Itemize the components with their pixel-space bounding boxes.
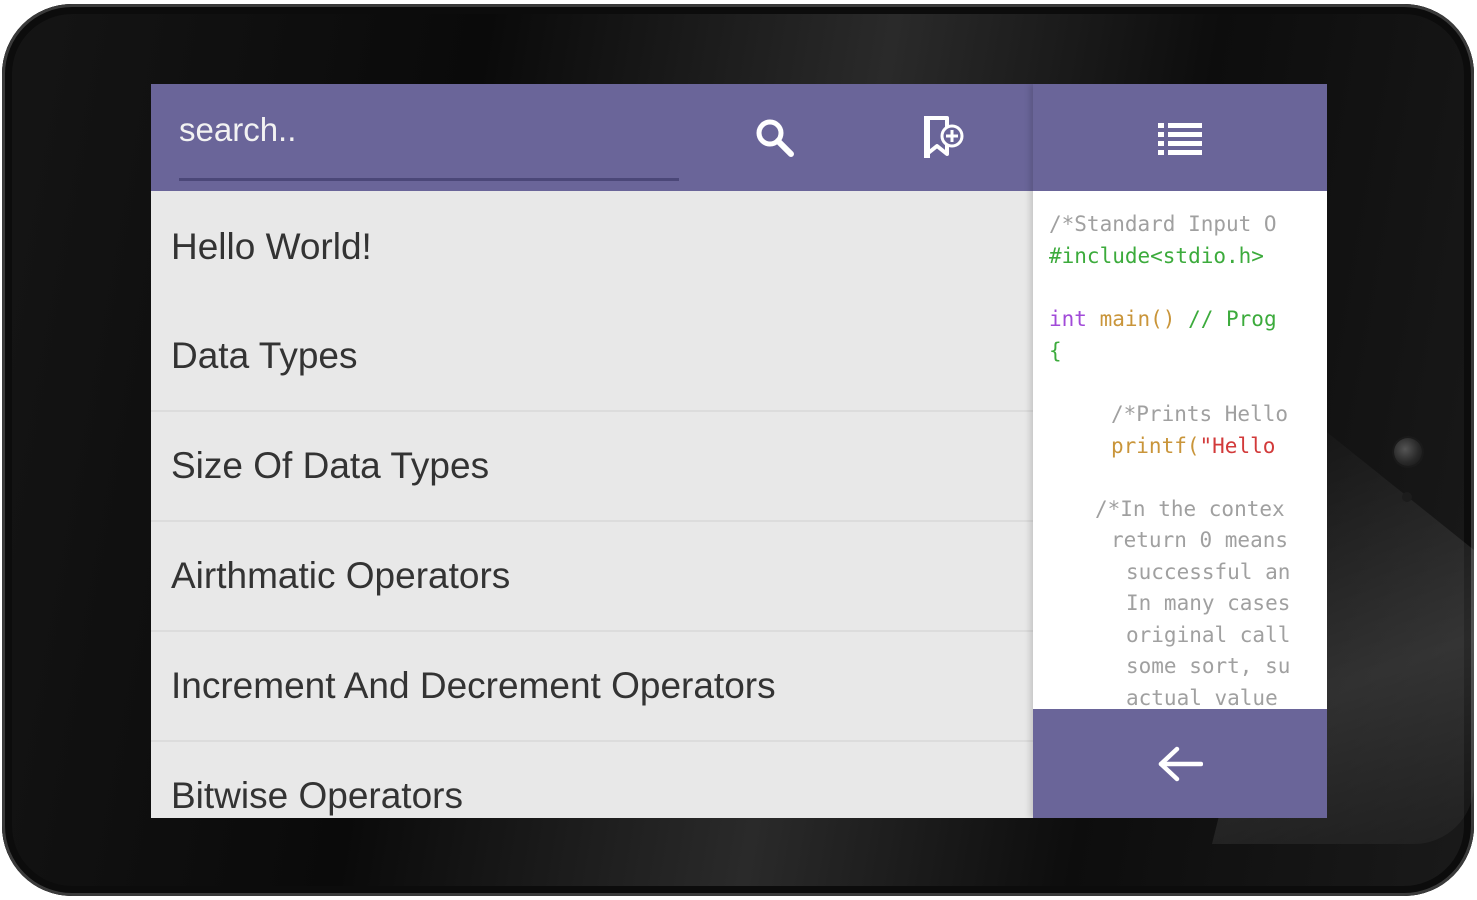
list-item[interactable]: Airthmatic Operators <box>151 522 1033 632</box>
topic-list-pane: Hello World! Data Types Size Of Data Typ… <box>151 84 1033 818</box>
list-item[interactable]: Size Of Data Types <box>151 412 1033 522</box>
code-line: /*Prints Hello <box>1111 402 1289 426</box>
code-function: printf( <box>1111 434 1200 458</box>
code-preview-pane: /*Standard Input O #include<stdio.h> int… <box>1033 84 1327 818</box>
code-line: /*Standard Input O <box>1049 212 1277 236</box>
list-item-label: Airthmatic Operators <box>171 555 511 596</box>
list-item[interactable]: Data Types <box>151 302 1033 412</box>
code-line: actual value <box>1126 686 1278 709</box>
code-line: some sort, su <box>1126 654 1291 678</box>
code-line: return 0 means <box>1111 528 1289 552</box>
back-button[interactable] <box>1150 734 1210 794</box>
search-input[interactable] <box>179 106 679 154</box>
topic-list: Hello World! Data Types Size Of Data Typ… <box>151 191 1033 818</box>
app-screen: Hello World! Data Types Size Of Data Typ… <box>151 84 1327 818</box>
search-icon <box>756 119 794 157</box>
code-comment: // Prog <box>1175 307 1277 331</box>
code-line: #include<stdio.h> <box>1049 244 1264 268</box>
code-keyword: int <box>1049 307 1087 331</box>
code-line: original call <box>1126 623 1291 647</box>
code-line: In many cases <box>1126 591 1291 615</box>
light-sensor <box>1402 492 1412 502</box>
list-item-label: Bitwise Operators <box>171 775 463 816</box>
list-menu-icon <box>1158 122 1202 155</box>
add-bookmark-button[interactable] <box>913 106 977 170</box>
list-item-label: Increment And Decrement Operators <box>171 665 776 706</box>
code-viewer[interactable]: /*Standard Input O #include<stdio.h> int… <box>1033 191 1327 709</box>
list-item-label: Size Of Data Types <box>171 445 490 486</box>
bookmark-add-icon <box>924 116 964 158</box>
list-item[interactable]: Increment And Decrement Operators <box>151 632 1033 742</box>
list-toolbar <box>151 84 1033 191</box>
code-line: printf("Hello <box>1111 433 1275 459</box>
list-item-label: Hello World! <box>171 225 372 267</box>
code-function: main() <box>1086 307 1176 331</box>
menu-button[interactable] <box>1150 108 1210 168</box>
code-footer <box>1033 709 1327 818</box>
code-string: "Hello <box>1199 434 1276 458</box>
camera-lens <box>1394 438 1422 466</box>
arrow-back-icon <box>1158 746 1203 781</box>
search-button[interactable] <box>743 106 807 170</box>
code-line: int main() // Prog <box>1049 306 1277 332</box>
code-line: successful an <box>1126 560 1291 584</box>
search-underline <box>179 178 679 181</box>
code-line: { <box>1049 339 1062 363</box>
code-line: /*In the contex <box>1095 497 1285 521</box>
list-item[interactable]: Bitwise Operators <box>151 742 1033 818</box>
list-item[interactable]: Hello World! <box>151 191 1033 302</box>
list-item-label: Data Types <box>171 335 358 376</box>
code-toolbar <box>1033 84 1327 191</box>
